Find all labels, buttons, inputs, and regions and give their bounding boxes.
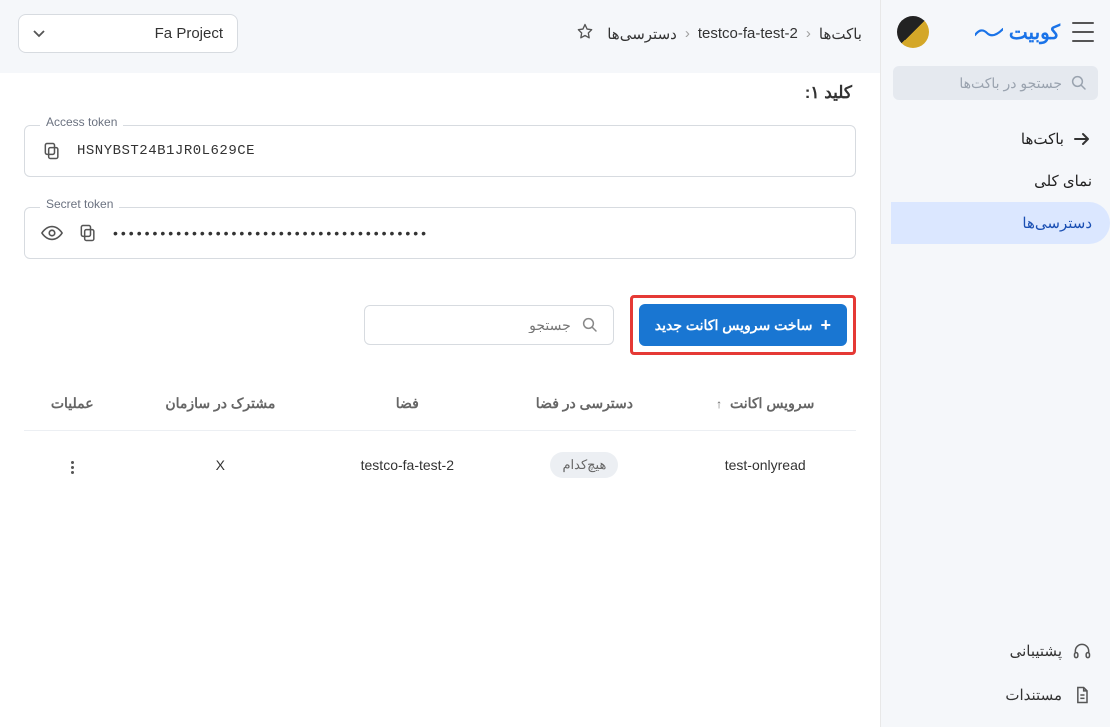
access-token-field: Access token HSNYBST24B1JR0L629CE: [24, 125, 856, 177]
cell-operations: [24, 431, 120, 499]
arrow-right-icon: [1074, 132, 1092, 146]
sidebar-item-label: باکت‌ها: [1021, 130, 1064, 148]
cell-space: testco-fa-test-2: [320, 431, 494, 499]
cell-shared-in-org: X: [120, 431, 320, 499]
chevron-left-icon: ‹: [685, 25, 690, 42]
access-token-label: Access token: [40, 115, 123, 129]
th-shared-in-org[interactable]: مشترک در سازمان: [120, 381, 320, 431]
sidebar-bottom: پشتیبانی مستندات: [881, 629, 1110, 727]
kebab-menu-icon[interactable]: [67, 457, 78, 478]
sidebar: کوبیت جستجو در باکت‌ها باکت‌ها نمای کلی …: [880, 0, 1110, 727]
sidebar-docs-label: مستندات: [1005, 686, 1062, 704]
secret-token-field: Secret token •••••••••••••••••••••••••••…: [24, 207, 856, 259]
search-icon: [581, 316, 599, 334]
cell-service-account: test-onlyread: [674, 431, 856, 499]
key-title: کلید ۱:: [28, 83, 852, 103]
copy-icon[interactable]: [77, 222, 99, 244]
sidebar-support[interactable]: پشتیبانی: [881, 629, 1110, 673]
document-icon: [1072, 685, 1092, 705]
eye-icon[interactable]: [41, 222, 63, 244]
chevron-left-icon: ‹: [806, 25, 811, 42]
sidebar-item-label: نمای کلی: [1034, 172, 1092, 190]
th-space[interactable]: فضا: [320, 381, 494, 431]
breadcrumb-root[interactable]: باکت‌ها: [819, 25, 862, 43]
secret-token-value: ••••••••••••••••••••••••••••••••••••••••: [113, 225, 429, 241]
breadcrumb-page[interactable]: دسترسی‌ها: [607, 25, 677, 43]
copy-icon[interactable]: [41, 140, 63, 162]
content: کلید ۱: Access token HSNYBST24B1JR0L629C…: [0, 73, 880, 727]
project-dropdown[interactable]: Fa Project: [18, 14, 238, 53]
headset-icon: [1072, 641, 1092, 661]
brand-label: کوبیت: [1009, 20, 1060, 45]
access-token-value: HSNYBST24B1JR0L629CE: [77, 143, 839, 159]
sidebar-search-placeholder: جستجو در باکت‌ها: [959, 75, 1062, 92]
actions-row: + ساخت سرویس اکانت جدید: [24, 295, 856, 355]
table-row: test-onlyread هیچ‌کدام testco-fa-test-2 …: [24, 431, 856, 499]
secret-token-label: Secret token: [40, 197, 119, 211]
access-badge: هیچ‌کدام: [550, 452, 618, 478]
breadcrumb: باکت‌ها ‹ testco-fa-test-2 ‹ دسترسی‌ها: [575, 22, 862, 46]
project-dropdown-label: Fa Project: [155, 25, 223, 42]
th-access-in-space[interactable]: دسترسی در فضا: [494, 381, 674, 431]
search-input[interactable]: [379, 317, 571, 333]
sidebar-support-label: پشتیبانی: [1010, 642, 1062, 660]
sidebar-header: کوبیت: [881, 0, 1110, 58]
plus-icon: +: [820, 316, 831, 334]
caret-down-icon: [33, 30, 45, 38]
topbar: باکت‌ها ‹ testco-fa-test-2 ‹ دسترسی‌ها F…: [0, 0, 880, 73]
th-service-account[interactable]: سرویس اکانت ↑: [674, 381, 856, 431]
sidebar-item-buckets[interactable]: باکت‌ها: [891, 118, 1110, 160]
breadcrumb-bucket[interactable]: testco-fa-test-2: [698, 25, 798, 42]
sidebar-docs[interactable]: مستندات: [881, 673, 1110, 717]
cell-access-in-space: هیچ‌کدام: [494, 431, 674, 499]
main: باکت‌ها ‹ testco-fa-test-2 ‹ دسترسی‌ها F…: [0, 0, 880, 727]
search-input-wrap[interactable]: [364, 305, 614, 345]
sidebar-item-overview[interactable]: نمای کلی: [891, 160, 1110, 202]
sort-arrow-icon: ↑: [716, 397, 722, 411]
brand-wave-icon: [975, 25, 1003, 39]
sidebar-item-access[interactable]: دسترسی‌ها: [891, 202, 1110, 244]
star-icon[interactable]: [575, 22, 595, 46]
avatar[interactable]: [897, 16, 929, 48]
service-accounts-table: سرویس اکانت ↑ دسترسی در فضا فضا مشترک در…: [24, 381, 856, 498]
create-sa-highlight: + ساخت سرویس اکانت جدید: [630, 295, 856, 355]
search-icon: [1070, 74, 1088, 92]
create-sa-label: ساخت سرویس اکانت جدید: [655, 317, 813, 334]
sidebar-item-label: دسترسی‌ها: [1022, 214, 1092, 232]
sidebar-search[interactable]: جستجو در باکت‌ها: [893, 66, 1098, 100]
create-service-account-button[interactable]: + ساخت سرویس اکانت جدید: [639, 304, 847, 346]
th-operations[interactable]: عملیات: [24, 381, 120, 431]
hamburger-icon[interactable]: [1072, 22, 1094, 42]
brand[interactable]: کوبیت: [975, 20, 1060, 45]
